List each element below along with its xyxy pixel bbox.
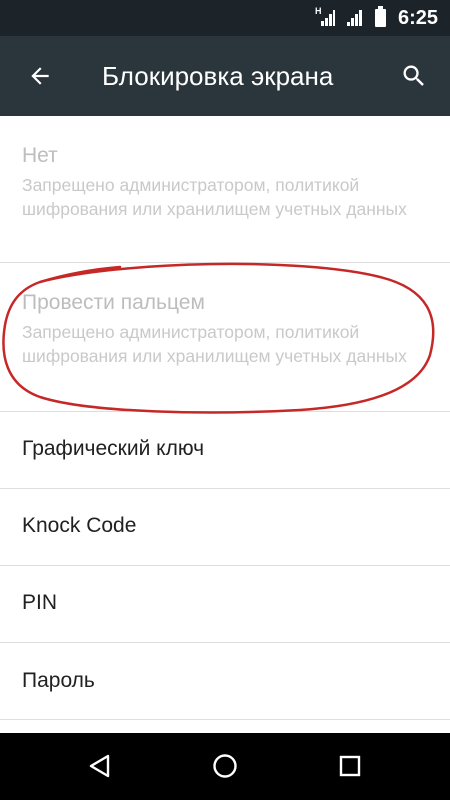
navigation-bar bbox=[0, 733, 450, 800]
item-title: Knock Code bbox=[22, 514, 137, 537]
status-clock: 6:25 bbox=[397, 6, 438, 29]
item-title: Нет bbox=[22, 144, 58, 167]
list-item-swipe: Провести пальцем Запрещено администратор… bbox=[0, 263, 450, 412]
search-button[interactable] bbox=[392, 54, 436, 98]
item-summary: Запрещено администратором, политикой шиф… bbox=[22, 175, 407, 219]
item-title: Провести пальцем bbox=[22, 291, 205, 314]
mobile-signal-h-icon: H bbox=[314, 6, 335, 27]
list-item-knock-code[interactable]: Knock Code bbox=[0, 489, 450, 566]
item-title: Пароль bbox=[22, 669, 95, 692]
nav-back-button[interactable] bbox=[75, 743, 125, 789]
list-item-none: Нет Запрещено администратором, политикой… bbox=[0, 116, 450, 263]
nav-recents-button[interactable] bbox=[325, 743, 375, 789]
list-item-password[interactable]: Пароль bbox=[0, 643, 450, 720]
status-icons: H 6:25 bbox=[305, 0, 438, 36]
item-summary: Запрещено администратором, политикой шиф… bbox=[22, 322, 407, 366]
mobile-signal-icon bbox=[345, 9, 365, 27]
list-item-pin[interactable]: PIN bbox=[0, 566, 450, 643]
battery-icon bbox=[374, 6, 386, 27]
item-title: Графический ключ bbox=[22, 437, 205, 460]
nav-recents-square-icon bbox=[339, 755, 361, 777]
page-title: Блокировка экрана bbox=[102, 61, 334, 91]
back-button[interactable] bbox=[20, 56, 60, 96]
network-type-label: H bbox=[314, 6, 322, 16]
list-item-pattern[interactable]: Графический ключ bbox=[0, 412, 450, 489]
arrow-back-icon bbox=[31, 67, 49, 85]
nav-back-triangle-icon bbox=[89, 754, 110, 778]
status-bar: H 6:25 bbox=[0, 0, 450, 36]
nav-home-button[interactable] bbox=[200, 743, 250, 789]
app-bar: Блокировка экрана bbox=[0, 36, 450, 116]
search-icon bbox=[403, 65, 424, 86]
item-title: PIN bbox=[22, 591, 58, 614]
nav-home-circle-icon bbox=[213, 754, 237, 778]
